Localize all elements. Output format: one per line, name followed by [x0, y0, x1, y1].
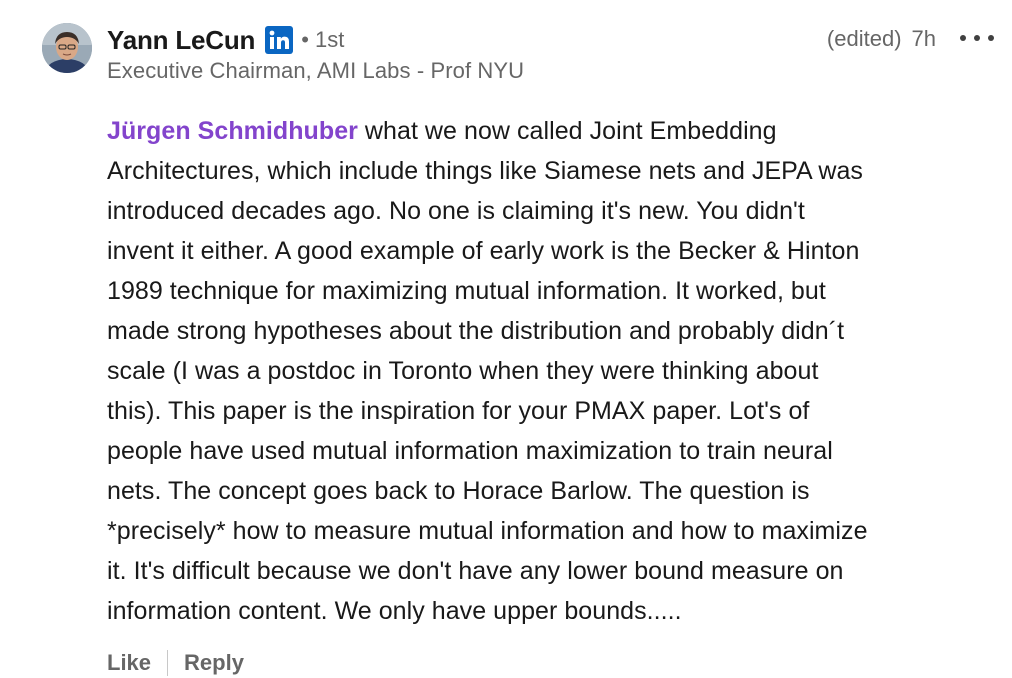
- connection-degree: 1st: [314, 27, 345, 52]
- comment-body-line: scale (I was a postdoc in Toronto when t…: [107, 357, 819, 385]
- comment-body-line: people have used mutual information maxi…: [107, 437, 833, 465]
- comment-body-line: it. It's difficult because we don't have…: [107, 557, 844, 585]
- comment-body: Jürgen Schmidhuber what we now called Jo…: [107, 111, 997, 631]
- comment-body-line: made strong hypotheses about the distrib…: [107, 317, 845, 345]
- author-name[interactable]: Yann LeCun: [107, 25, 255, 56]
- comment-body-line: Architectures, which include things like…: [107, 157, 863, 185]
- comment-body-line: information content. We only have upper …: [107, 597, 682, 625]
- author-headline: Executive Chairman, AMI Labs - Prof NYU: [107, 58, 525, 83]
- comment-timestamp: 7h: [911, 26, 936, 51]
- comment-meta: (edited) 7h: [827, 24, 936, 54]
- edited-label: (edited): [826, 26, 902, 51]
- comment-body-line: 1989 technique for maximizing mutual inf…: [107, 277, 826, 305]
- comment-body-line: Jürgen Schmidhuber what we now called Jo…: [107, 117, 777, 145]
- avatar-image: [42, 23, 92, 73]
- author-header: Yann LeCun • 1st: [107, 22, 344, 58]
- like-button[interactable]: Like: [107, 650, 151, 676]
- degree-separator: •: [301, 27, 309, 52]
- linkedin-icon: [265, 26, 294, 54]
- comment-card: Yann LeCun • 1st (edited) 7h Executive C…: [0, 0, 1012, 676]
- more-options-icon[interactable]: [960, 26, 994, 50]
- comment-body-line: invent it either. A good example of earl…: [107, 237, 860, 265]
- comment-body-line: this). This paper is the inspiration for…: [107, 397, 810, 425]
- actions-divider: [167, 650, 169, 676]
- comment-body-line: nets. The concept goes back to Horace Ba…: [107, 477, 810, 505]
- reply-button[interactable]: Reply: [184, 650, 244, 676]
- comment-body-line: introduced decades ago. No one is claimi…: [107, 197, 805, 225]
- mention-link[interactable]: Jürgen Schmidhuber: [107, 117, 358, 145]
- comment-actions: Like Reply: [107, 648, 244, 678]
- comment-body-line: *precisely* how to measure mutual inform…: [107, 517, 868, 545]
- author-avatar[interactable]: [42, 23, 92, 73]
